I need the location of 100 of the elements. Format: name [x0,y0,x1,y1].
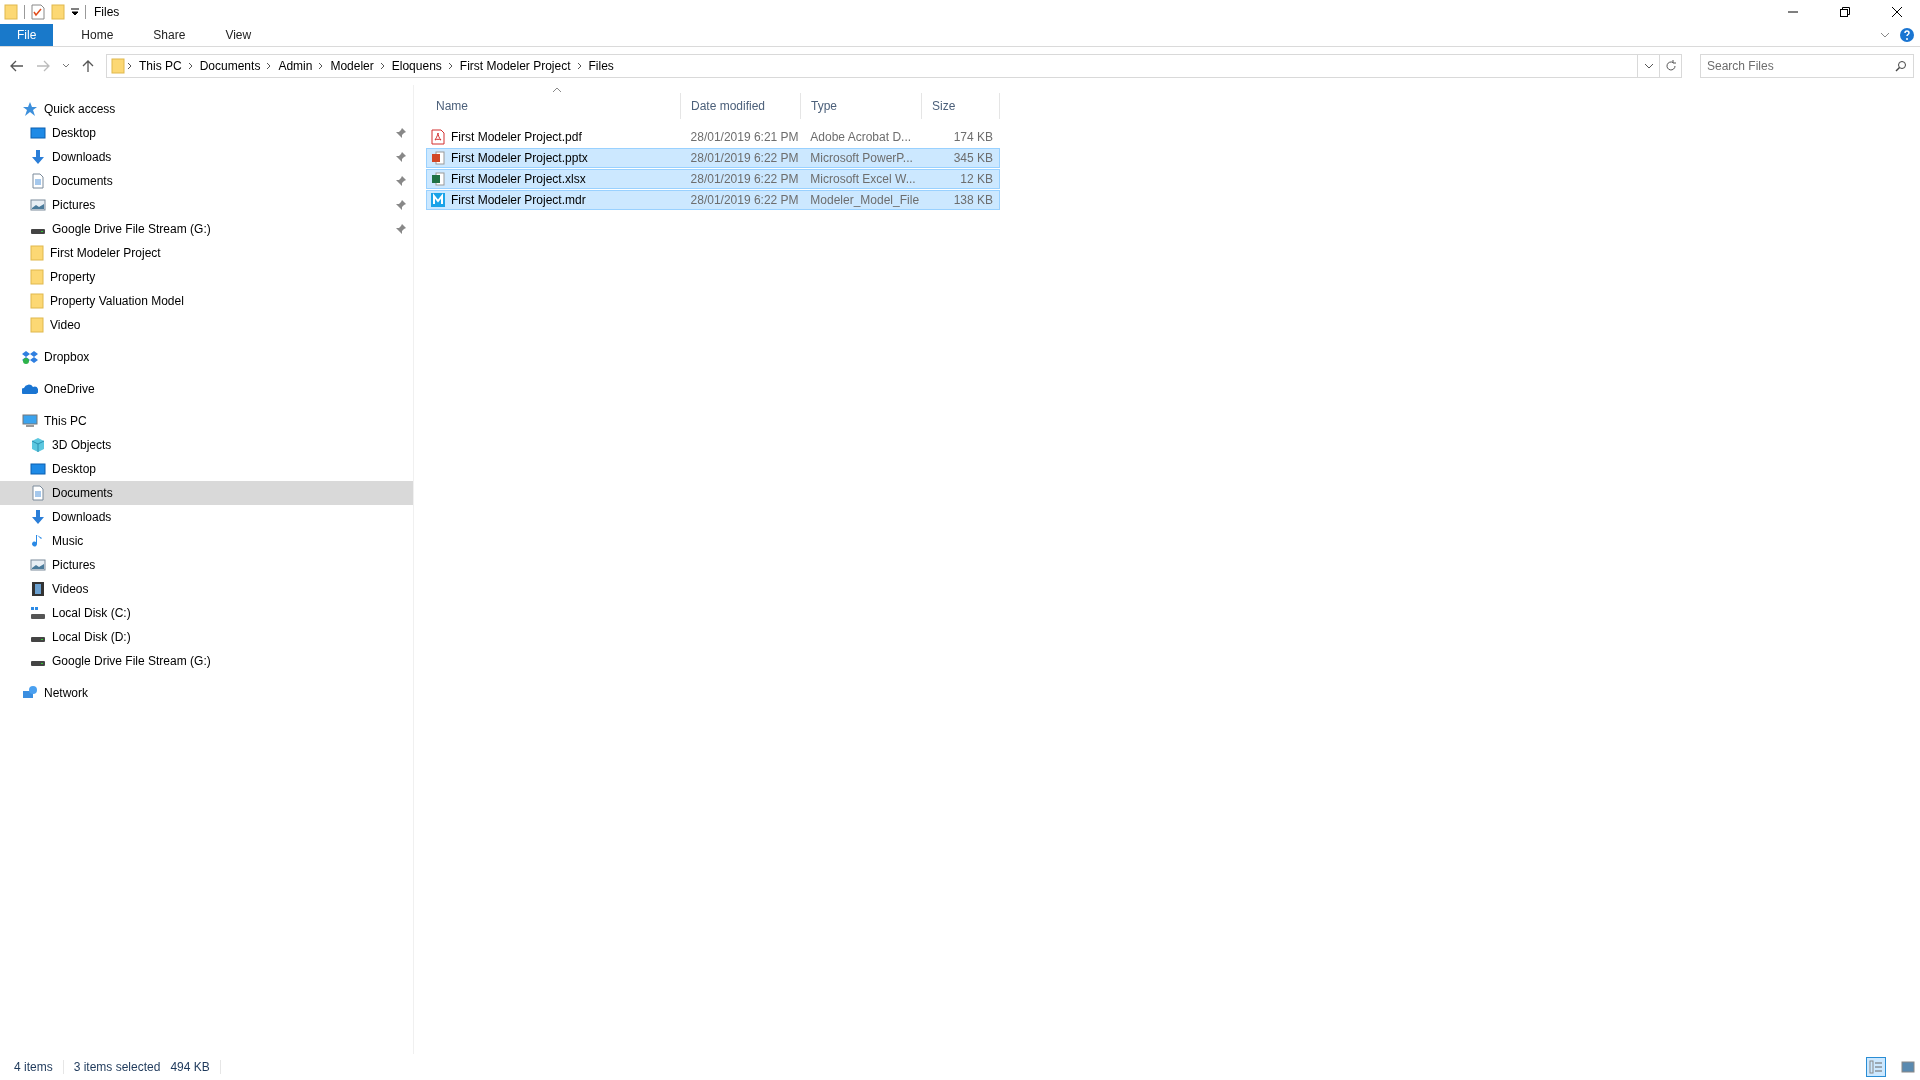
picture-icon [30,197,46,213]
sidebar-item[interactable]: Dropbox [0,345,413,369]
ribbon-tab[interactable]: Home [65,24,130,46]
sidebar-item[interactable]: Music [0,529,413,553]
ribbon-tab[interactable]: View [209,24,268,46]
cube-icon [30,437,46,453]
sidebar-item[interactable]: Property Valuation Model [0,289,413,313]
column-header[interactable]: Date modified [681,93,801,119]
column-header[interactable]: Size [922,93,1000,119]
file-row[interactable]: First Modeler Project.xlsx 28/01/2019 6:22 PM Microsoft Excel W... 12 KB [426,169,1000,189]
sidebar-item[interactable]: 3D Objects [0,433,413,457]
date-cell-text: 28/01/2019 6:22 PM [689,172,800,186]
breadcrumb-item[interactable]: Admin [274,59,317,73]
sidebar-item[interactable]: Desktop [0,457,413,481]
pin-icon[interactable] [395,175,407,187]
sidebar-item[interactable]: Network [0,681,413,705]
breadcrumb-item[interactable]: Files [584,59,618,73]
file-row[interactable]: First Modeler Project.pdf 28/01/2019 6:21 PM Adobe Acrobat D... 174 KB [426,127,1000,147]
sidebar-item[interactable]: Property [0,265,413,289]
breadcrumb-item[interactable]: Documents [195,59,265,73]
sidebar-item[interactable]: Documents [0,169,413,193]
ribbon-tab[interactable]: Share [137,24,202,46]
drive-icon [30,605,46,621]
chevron-right-icon[interactable] [127,62,133,70]
details-list-icon [1869,1060,1883,1074]
breadcrumb-item[interactable]: This PC [135,59,186,73]
size-cell-text: 174 KB [952,130,994,144]
selection-count: 3 items selected [73,1060,161,1074]
sidebar-item[interactable]: Documents [0,481,413,505]
breadcrumb-item[interactable]: Modeler [326,59,378,73]
sidebar-item[interactable]: Videos [0,577,413,601]
sidebar-item[interactable]: Video [0,313,413,337]
date-cell-text: 28/01/2019 6:21 PM [689,130,800,144]
drive-icon [30,229,46,235]
monitor-icon [30,125,46,141]
sidebar-item[interactable]: Local Disk (D:) [0,625,413,649]
size-cell-text: 12 KB [959,172,994,186]
chevron-right-icon[interactable] [447,62,454,70]
search-icon[interactable] [1895,60,1907,72]
search-field[interactable]: Search Files [1700,54,1914,78]
pin-icon[interactable] [395,151,407,163]
file-row[interactable]: First Modeler Project.mdr 28/01/2019 6:22 PM Modeler_Model_File 138 KB [426,190,1000,210]
pin-icon[interactable] [395,127,407,139]
sidebar-item[interactable]: Pictures [0,193,413,217]
sidebar-item[interactable]: This PC [0,409,413,433]
sidebar-item[interactable]: Pictures [0,553,413,577]
sidebar-item[interactable]: Local Disk (C:) [0,601,413,625]
pin-icon[interactable] [395,223,407,235]
monitor-icon [22,413,38,429]
monitor-icon [30,461,46,477]
document-icon [30,173,46,189]
chevron-right-icon[interactable] [266,62,273,70]
boxes-icon [22,349,38,365]
address-bar[interactable]: This PC Documents Admin Modeler Eloquens First Modeler Project Files [106,54,1682,78]
column-header[interactable]: Type [801,93,922,119]
refresh-icon [1664,60,1677,72]
presentation-file-icon [431,150,445,166]
film-icon [30,581,46,597]
sidebar-item[interactable]: First Modeler Project [0,241,413,265]
folder-icon [30,245,44,261]
sidebar-item[interactable]: Google Drive File Stream (G:) [0,217,413,241]
chevron-right-icon[interactable] [318,62,325,70]
file-row[interactable]: First Modeler Project.pptx 28/01/2019 6:22 PM Microsoft PowerP... 345 KB [426,148,1000,168]
chevron-right-icon[interactable] [187,62,194,70]
pdf-file-icon [431,129,445,145]
type-cell-text: Microsoft PowerP... [809,151,914,165]
file-name: First Modeler Project.xlsx [451,172,586,186]
details-view-button[interactable] [1866,1057,1886,1077]
sidebar-item[interactable]: Downloads [0,505,413,529]
pin-icon[interactable] [395,199,407,211]
folder-icon [51,4,65,20]
file-menu-button[interactable]: File [0,24,54,46]
network-icon [22,685,38,701]
close-icon [1892,7,1902,17]
folder-icon [4,4,18,20]
sidebar-item[interactable]: Quick access [0,97,413,121]
drive-icon [30,661,46,667]
sidebar-item[interactable]: Downloads [0,145,413,169]
restore-icon [1840,7,1850,17]
folder-icon [30,293,44,309]
date-cell-text: 28/01/2019 6:22 PM [689,193,800,207]
type-cell-text: Modeler_Model_File [809,193,921,207]
folder-icon [111,58,125,74]
drive-icon [30,637,46,643]
dropdown-icon[interactable] [71,8,79,16]
breadcrumb-item[interactable]: First Modeler Project [455,59,575,73]
star-icon [22,101,38,117]
breadcrumb-item[interactable]: Eloquens [387,59,446,73]
folder-icon [30,317,44,333]
type-cell-text: Microsoft Excel W... [809,172,917,186]
chevron-right-icon[interactable] [379,62,386,70]
chevron-right-icon[interactable] [576,62,583,70]
checklist-icon[interactable] [31,4,45,20]
spreadsheet-file-icon [431,171,445,187]
sidebar-item[interactable]: OneDrive [0,377,413,401]
type-cell-text: Adobe Acrobat D... [809,130,913,144]
sidebar-item[interactable]: Google Drive File Stream (G:) [0,649,413,673]
down-arrow-icon [30,149,46,165]
column-header[interactable]: Name [426,93,681,119]
sidebar-item[interactable]: Desktop [0,121,413,145]
